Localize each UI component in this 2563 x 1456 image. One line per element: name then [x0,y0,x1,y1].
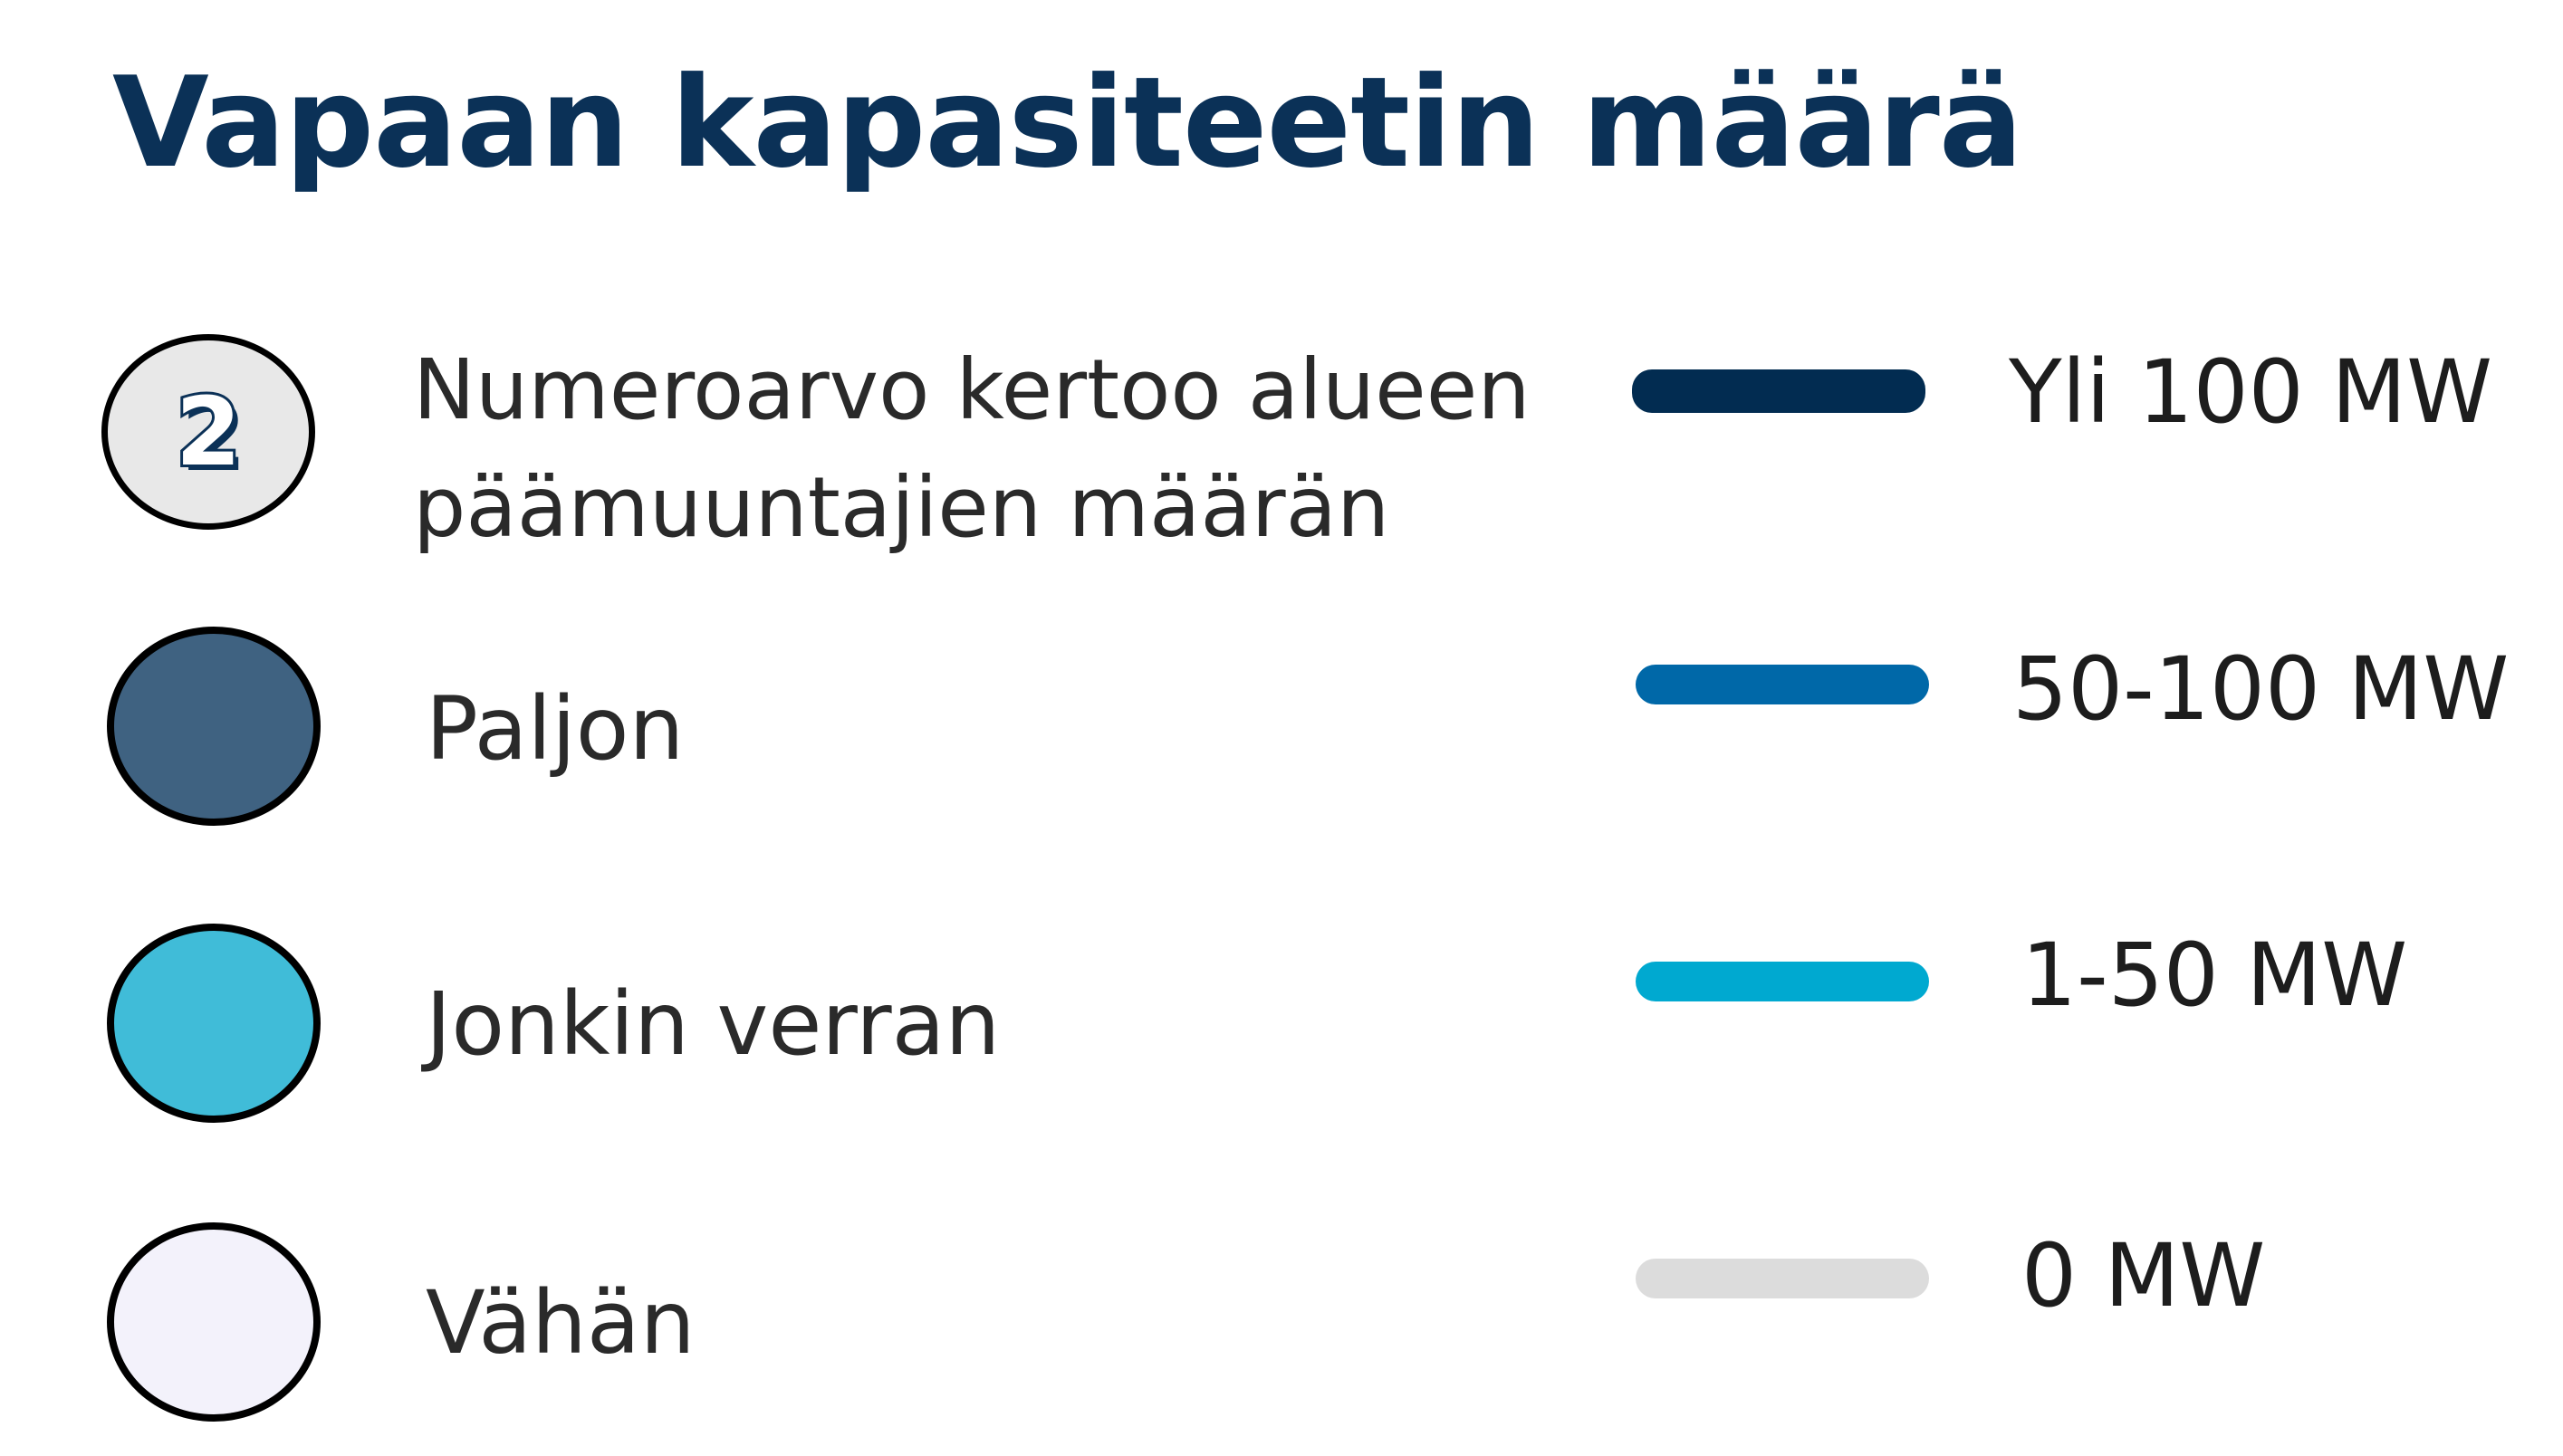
line-label-yli-100-mw: Yli 100 MW [2009,341,2492,443]
line-swatch-1-50-mw [1636,962,1929,1001]
capacity-legend: Vapaan kapasiteetin määrä 2 Numeroarvo k… [0,0,2563,1456]
circle-label-jonkin-verran: Jonkin verran [426,973,1001,1075]
circle-swatch-jonkin-verran [107,924,321,1123]
circle-label-paljon: Paljon [426,678,685,780]
line-swatch-yli-100-mw [1632,369,1925,413]
line-label-0-mw: 0 MW [2021,1225,2266,1327]
numbered-circle-swatch: 2 [101,334,315,530]
line-swatch-0-mw [1636,1259,1929,1298]
circle-swatch-paljon [107,627,321,826]
legend-title: Vapaan kapasiteetin määrä [112,50,2023,196]
circle-label-vahan: Vähän [426,1272,696,1374]
line-swatch-50-100-mw [1636,665,1929,704]
line-label-50-100-mw: 50-100 MW [2012,638,2510,740]
transformer-count-number: 2 [173,374,244,490]
numbered-circle-label: Numeroarvo kertoo alueen päämuuntajien m… [413,341,1531,556]
line-label-1-50-mw: 1-50 MW [2021,924,2408,1026]
circle-swatch-vahan [107,1222,321,1422]
